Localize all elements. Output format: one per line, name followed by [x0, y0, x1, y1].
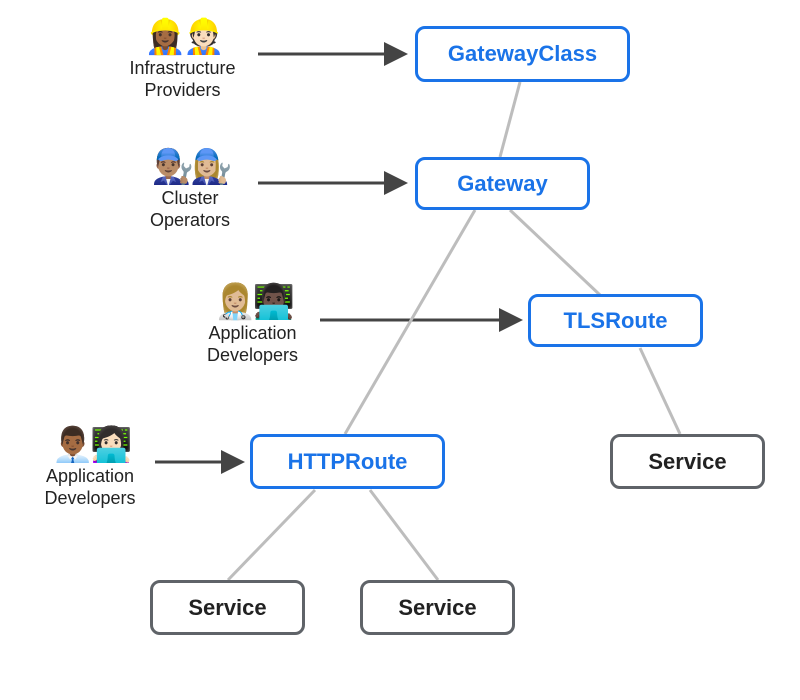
edge-httproute-service1 [228, 490, 315, 580]
persona-label: Application Developers [30, 466, 150, 509]
persona-label: Infrastructure Providers [110, 58, 255, 101]
node-label: Gateway [457, 171, 548, 197]
persona-label: Cluster Operators [130, 188, 250, 231]
node-label: Service [648, 449, 726, 475]
persona-label: Application Developers [190, 323, 315, 366]
edge-gatewayclass-gateway [500, 82, 520, 157]
persona-infrastructure-providers: 👷🏾‍♀️👷🏻 Infrastructure Providers [110, 20, 255, 101]
edge-gateway-tlsroute [510, 210, 600, 295]
node-service-http-1: Service [150, 580, 305, 635]
edge-httproute-service2 [370, 490, 438, 580]
node-service-http-2: Service [360, 580, 515, 635]
node-label: TLSRoute [564, 308, 668, 334]
edge-tlsroute-service [640, 348, 680, 434]
node-httproute: HTTPRoute [250, 434, 445, 489]
edge-gateway-httproute [345, 210, 475, 434]
node-tlsroute: TLSRoute [528, 294, 703, 347]
node-label: HTTPRoute [288, 449, 408, 475]
persona-emoji-icon: 👩🏼‍⚕️👨🏿‍💻 [190, 285, 315, 319]
persona-emoji-icon: 👨🏾‍💼👩🏻‍💻 [30, 428, 150, 462]
persona-application-developers-tls: 👩🏼‍⚕️👨🏿‍💻 Application Developers [190, 285, 315, 366]
persona-application-developers-http: 👨🏾‍💼👩🏻‍💻 Application Developers [30, 428, 150, 509]
node-label: GatewayClass [448, 41, 597, 67]
node-gateway: Gateway [415, 157, 590, 210]
node-gatewayclass: GatewayClass [415, 26, 630, 82]
node-label: Service [188, 595, 266, 621]
persona-emoji-icon: 👨🏽‍🔧👩🏼‍🔧 [130, 150, 250, 184]
persona-emoji-icon: 👷🏾‍♀️👷🏻 [110, 20, 255, 54]
node-label: Service [398, 595, 476, 621]
persona-cluster-operators: 👨🏽‍🔧👩🏼‍🔧 Cluster Operators [130, 150, 250, 231]
node-service-tls: Service [610, 434, 765, 489]
